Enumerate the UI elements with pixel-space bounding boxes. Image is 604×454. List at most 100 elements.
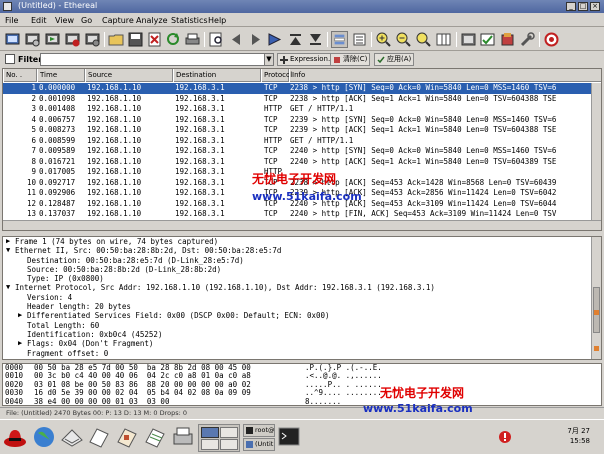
detail-line[interactable]: ▼ Ethernet II, Src: 00:50:ba:28:8b:2d, Ds… [3,246,601,255]
menu-go[interactable]: Go [81,16,92,25]
expand-arrow-icon[interactable]: ▶ [18,311,22,320]
detail-line[interactable]: ▼ Internet Protocol, Src Addr: 192.168.1.… [3,283,601,292]
resize-columns-icon[interactable] [435,31,452,48]
details-vertical-scrollbar[interactable] [591,237,601,359]
app-icon[interactable] [3,2,12,11]
display-filters-icon[interactable] [479,31,496,48]
filter-input[interactable] [40,53,265,66]
column-header-time[interactable]: Time [37,69,85,82]
detail-text: Frame 1 (74 bytes on wire, 74 bytes capt… [15,237,219,246]
redhat-menu-icon[interactable] [3,424,27,450]
print-icon[interactable] [184,31,201,48]
zoom-in-icon[interactable] [375,31,392,48]
detail-line[interactable]: Header length: 20 bytes [3,302,601,311]
menu-capture[interactable]: Capture [102,16,134,25]
help-icon[interactable] [543,31,560,48]
detail-line[interactable]: ▶ Differentiated Services Field: 0x00 (DS… [3,311,601,320]
packet-list-horizontal-scrollbar[interactable] [3,220,601,230]
browser-globe-icon[interactable] [32,424,56,450]
normal-size-icon[interactable] [415,31,432,48]
capture-options-icon[interactable] [24,31,41,48]
packet-row[interactable]: 1 0.000000 192.168.1.10 192.168.3.1 TCP 2238 … [3,83,601,94]
maximize-button[interactable]: □ [578,2,588,11]
detail-line[interactable]: Source: 00:50:ba:28:8b:2d (D-Link_28:8b:… [3,265,601,274]
zoom-out-icon[interactable] [395,31,412,48]
apply-button[interactable]: 应用(A) [374,53,415,66]
presentation-icon[interactable] [115,424,139,450]
printer-icon[interactable] [171,424,195,450]
column-header-destination[interactable]: Destination [173,69,261,82]
minimize-button[interactable]: _ [566,2,576,11]
packet-row[interactable]: 5 0.008273 192.168.1.10 192.168.3.1 TCP 2239 … [3,125,601,136]
mail-icon[interactable] [60,424,84,450]
menu-statistics[interactable]: Statistics [171,16,208,25]
task-ethereal[interactable]: (Untit [243,438,275,451]
detail-line[interactable]: Fragment offset: 0 [3,349,601,358]
go-to-packet-icon[interactable] [266,31,283,48]
column-header-info[interactable]: Info [289,69,601,82]
preferences-icon[interactable] [519,31,536,48]
open-file-icon[interactable] [108,31,125,48]
detail-line[interactable]: ▶ Flags: 0x04 (Don't Fragment) [3,339,601,348]
detail-line[interactable]: Type: IP (0x0800) [3,274,601,283]
clock-time[interactable]: 15:58 [570,437,590,445]
colorize-icon[interactable] [331,31,348,48]
filter-icon[interactable] [5,54,15,64]
auto-scroll-icon[interactable] [351,31,368,48]
packet-row[interactable]: 2 0.001098 192.168.1.10 192.168.3.1 TCP 2238 … [3,94,601,105]
detail-line[interactable]: Identification: 0xb0c4 (45252) [3,330,601,339]
menu-help[interactable]: Help [208,16,226,25]
menu-view[interactable]: View [55,16,74,25]
detail-line[interactable]: ▶ Frame 1 (74 bytes on wire, 74 bytes cap… [3,237,601,246]
start-capture-icon[interactable] [44,31,61,48]
interface-list-icon[interactable] [4,31,21,48]
alert-icon[interactable] [498,424,512,450]
packet-row[interactable]: 8 0.016721 192.168.1.10 192.168.3.1 TCP 2240 … [3,157,601,168]
menu-file[interactable]: File [5,16,18,25]
filter-dropdown-button[interactable]: ▼ [264,53,274,66]
packet-row[interactable]: 4 0.006757 192.168.1.10 192.168.3.1 TCP 2239 … [3,115,601,126]
collapse-arrow-icon[interactable]: ▼ [6,283,10,292]
go-first-icon[interactable] [287,31,304,48]
workspace-3[interactable] [201,439,219,450]
workspace-2[interactable] [220,427,238,438]
capture-filters-icon[interactable] [460,31,477,48]
find-packet-icon[interactable] [208,31,225,48]
expand-arrow-icon[interactable]: ▶ [18,339,22,348]
restart-capture-icon[interactable] [84,31,101,48]
column-header-protocol[interactable]: Protocol [261,69,292,82]
packet-row[interactable]: 7 0.009589 192.168.1.10 192.168.3.1 TCP 2240 … [3,146,601,157]
menu-edit[interactable]: Edit [31,16,47,25]
task-terminal[interactable]: root@ [243,424,275,437]
terminal-launcher-icon[interactable] [278,424,300,450]
packet-list-vertical-scrollbar[interactable] [591,83,601,221]
hex-line[interactable]: 0040 38 e4 00 00 00 00 01 03 03 00 8......… [3,397,601,405]
packet-row[interactable]: 3 0.001408 192.168.1.10 192.168.3.1 HTTP GET … [3,104,601,115]
save-file-icon[interactable] [127,31,144,48]
go-back-icon[interactable] [228,31,245,48]
close-file-icon[interactable] [146,31,163,48]
expression-button[interactable]: Expression... [277,53,338,66]
workspace-4[interactable] [220,439,238,450]
writer-icon[interactable] [87,424,111,450]
close-button[interactable]: × [590,2,600,11]
column-header-no[interactable]: No. . [3,69,37,82]
detail-line[interactable]: Total Length: 60 [3,321,601,330]
packet-row[interactable]: 6 0.008599 192.168.1.10 192.168.3.1 HTTP GET … [3,136,601,147]
packet-row[interactable]: 13 0.137037 192.168.1.10 192.168.3.1 TCP 2240… [3,209,601,220]
column-header-source[interactable]: Source [85,69,173,82]
go-forward-icon[interactable] [247,31,264,48]
coloring-rules-icon[interactable] [499,31,516,48]
stop-capture-icon[interactable] [64,31,81,48]
reload-icon[interactable] [165,31,182,48]
workspace-1[interactable] [201,427,219,438]
go-last-icon[interactable] [307,31,324,48]
menu-analyze[interactable]: Analyze [136,16,168,25]
spreadsheet-icon[interactable] [143,424,167,450]
clear-button[interactable]: 清除(C) [330,53,371,66]
detail-line[interactable]: Version: 4 [3,293,601,302]
collapse-arrow-icon[interactable]: ▼ [6,246,10,255]
expand-arrow-icon[interactable]: ▶ [6,237,10,246]
detail-line[interactable]: Destination: 00:50:ba:28:e5:7d (D-Link_2… [3,256,601,265]
workspace-switcher[interactable] [198,424,240,452]
